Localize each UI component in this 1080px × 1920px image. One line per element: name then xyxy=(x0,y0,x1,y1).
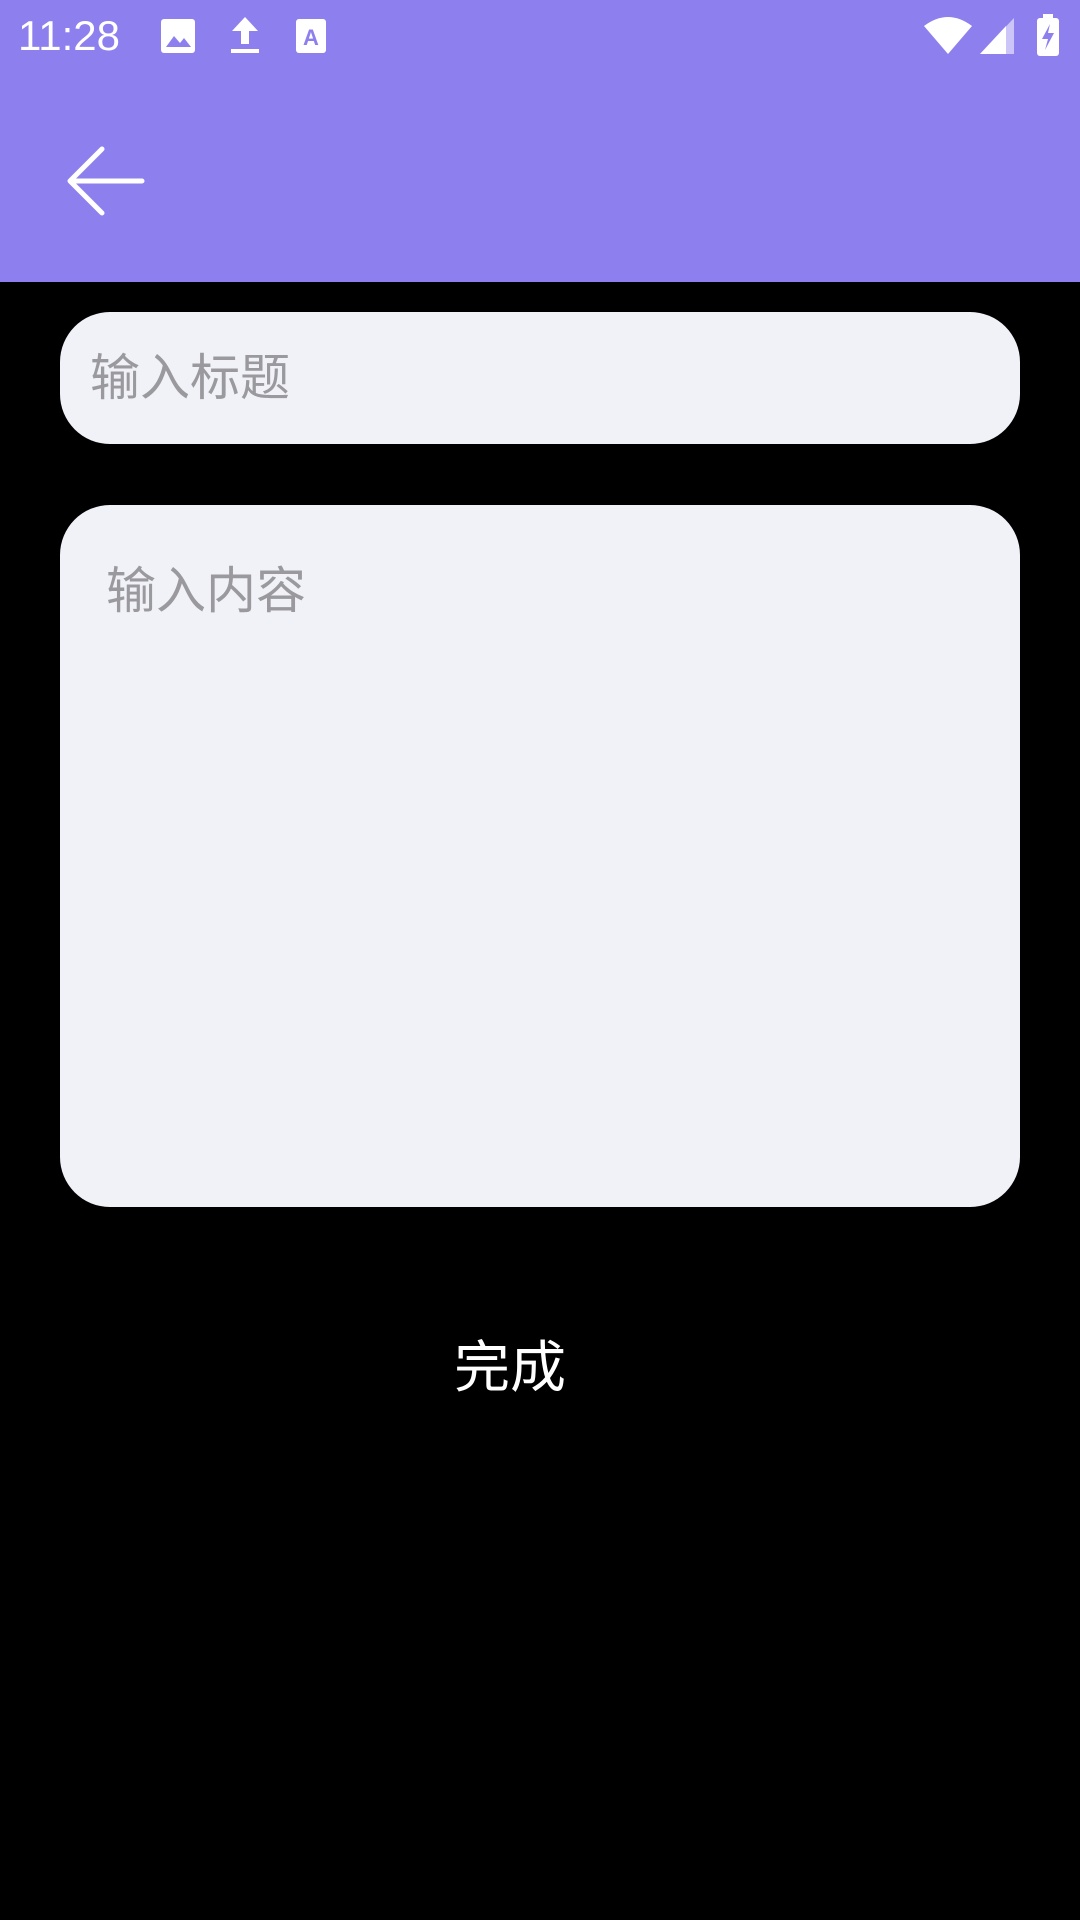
image-icon xyxy=(158,14,198,58)
done-button[interactable]: 完成 xyxy=(390,1325,630,1411)
battery-charging-icon xyxy=(1034,14,1064,58)
title-input[interactable] xyxy=(90,312,990,444)
text-format-icon: A xyxy=(292,14,332,58)
content-field[interactable] xyxy=(60,505,1020,1207)
cell-signal-icon xyxy=(978,14,1018,58)
wifi-icon xyxy=(922,14,974,58)
back-button[interactable] xyxy=(58,136,150,228)
svg-text:A: A xyxy=(303,25,319,50)
status-bar: 11:28 A xyxy=(0,0,1080,72)
upload-icon xyxy=(225,14,265,58)
title-field[interactable] xyxy=(60,312,1020,444)
content-input[interactable] xyxy=(106,557,976,1157)
app-bar xyxy=(0,72,1080,282)
status-time: 11:28 xyxy=(18,12,120,59)
arrow-left-icon xyxy=(67,146,145,216)
